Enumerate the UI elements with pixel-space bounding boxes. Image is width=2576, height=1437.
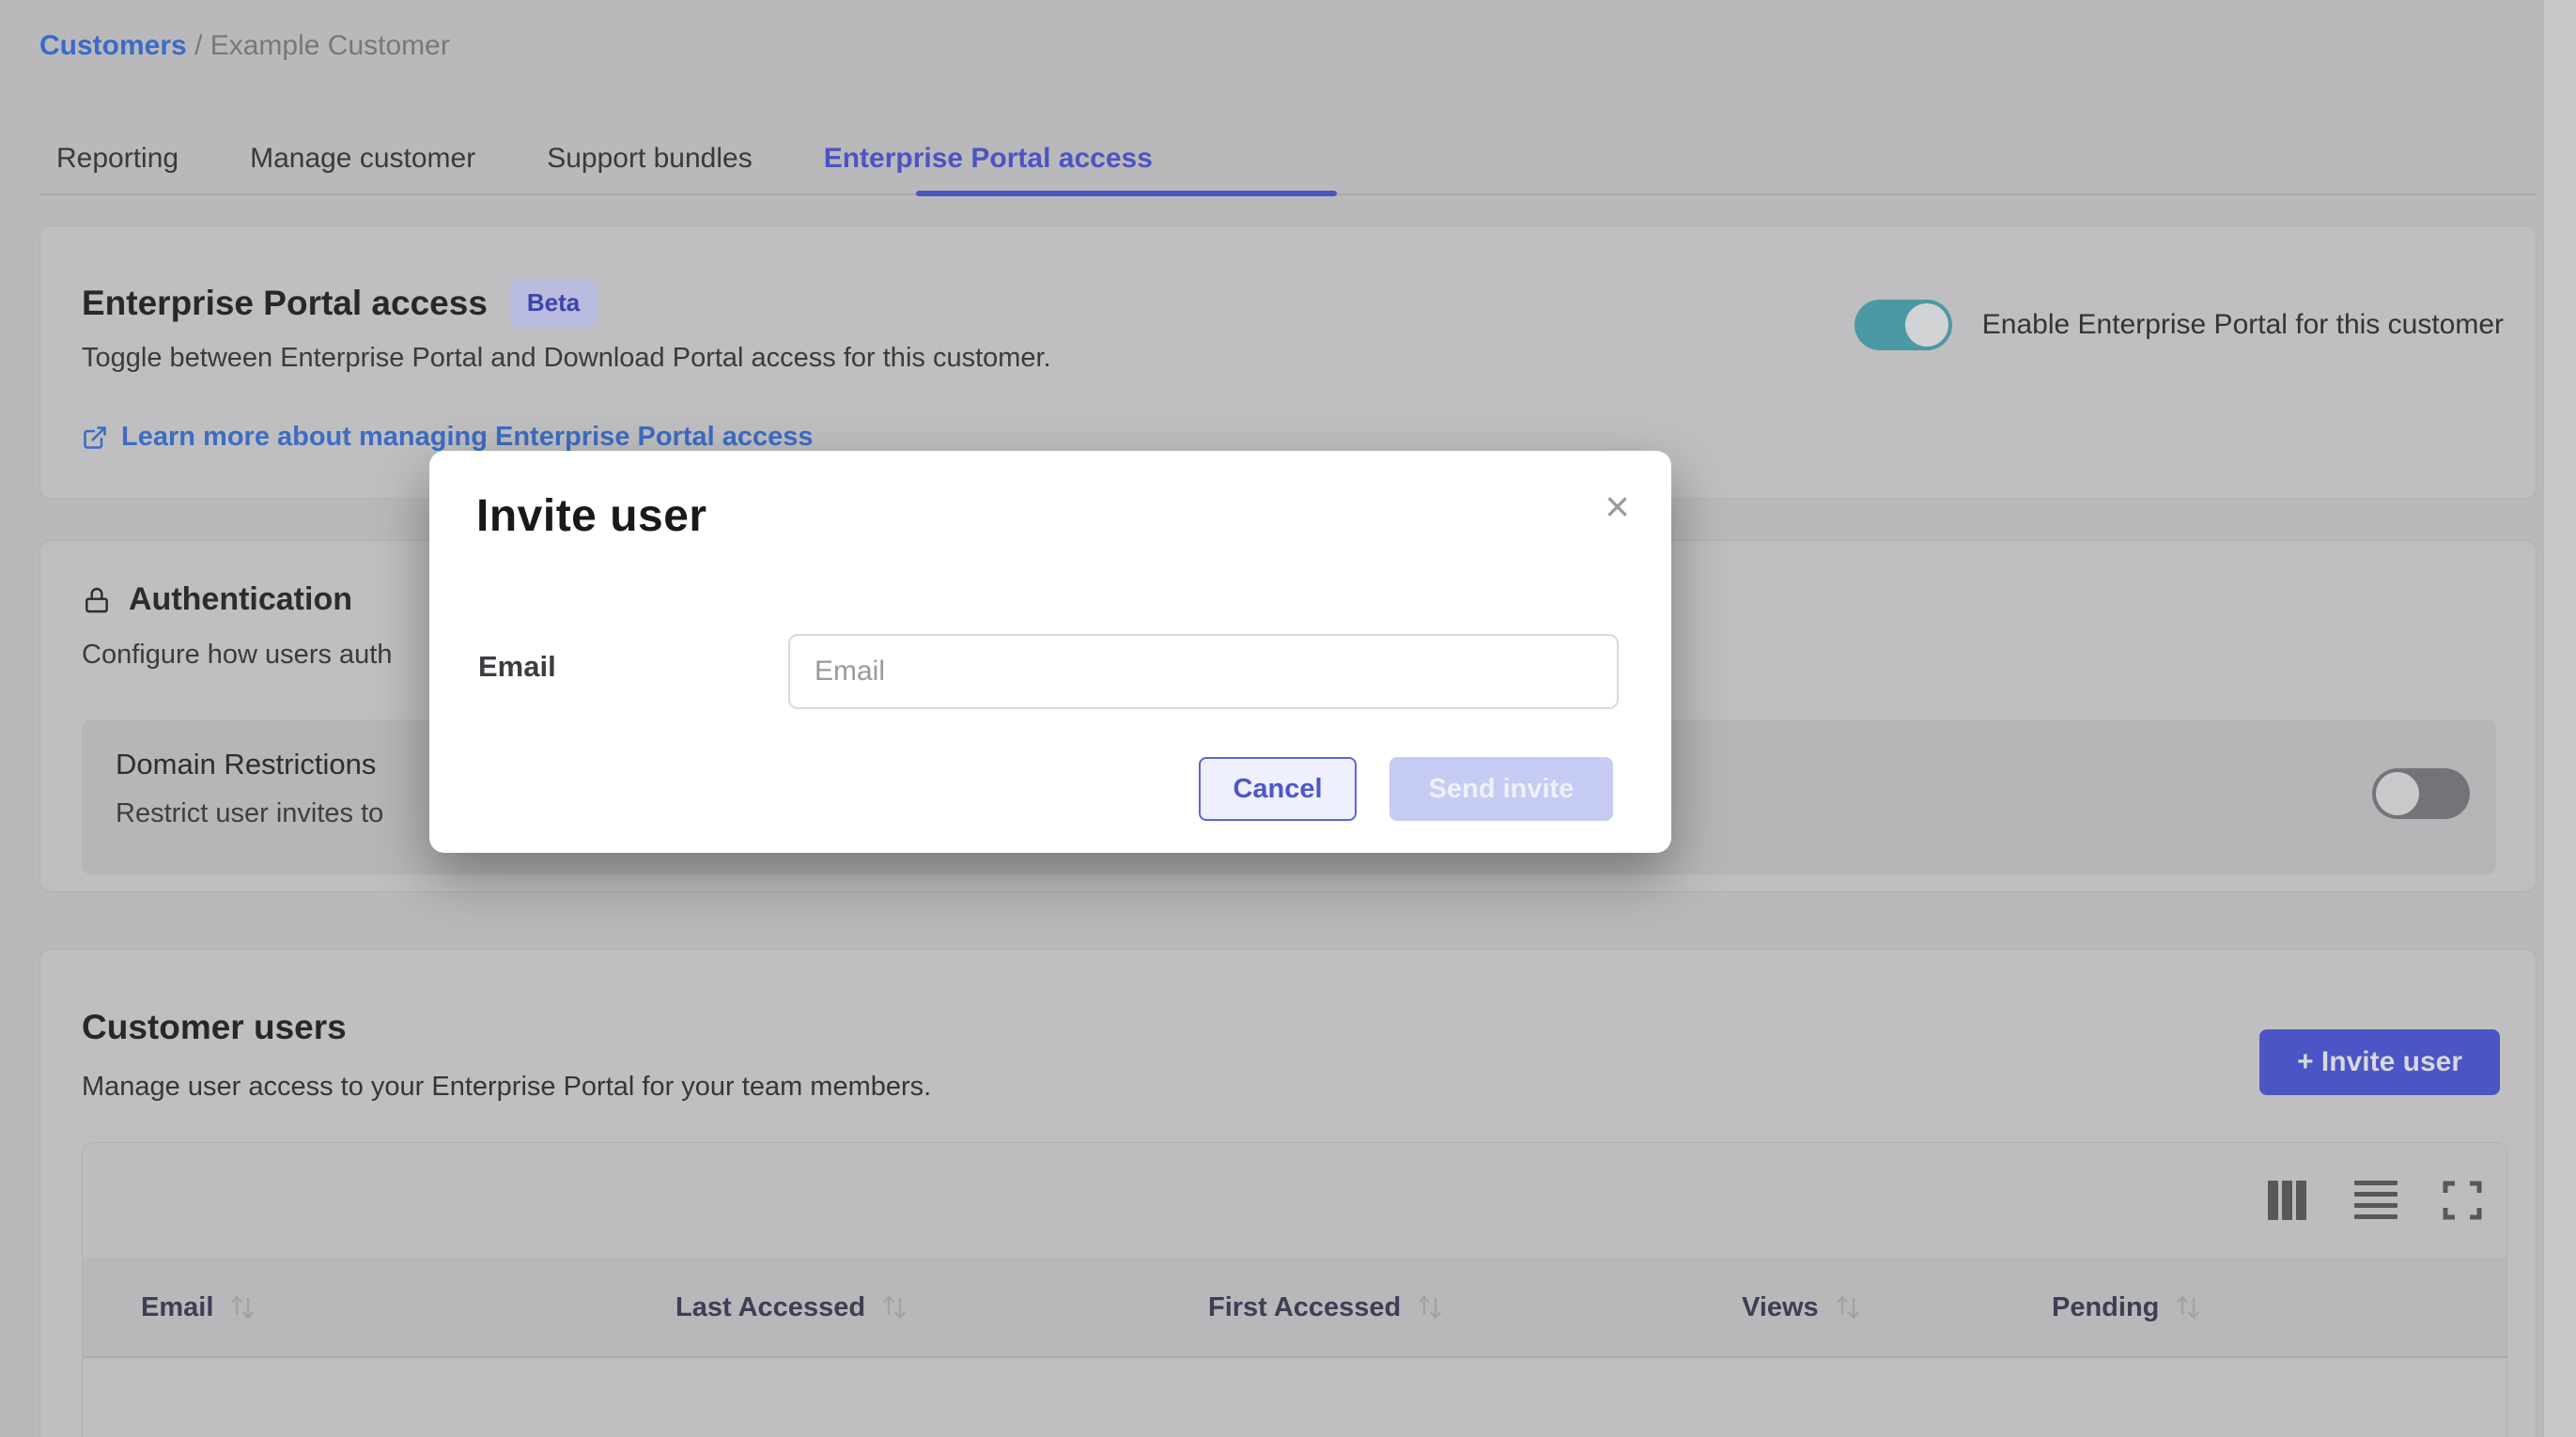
email-field[interactable] [788,634,1619,709]
invite-user-modal: Invite user × Email Cancel Send invite [429,451,1671,853]
cancel-button[interactable]: Cancel [1199,757,1357,821]
email-label: Email [478,650,556,684]
close-icon[interactable]: × [1605,485,1630,528]
send-invite-button[interactable]: Send invite [1389,757,1613,821]
modal-title: Invite user [476,490,707,542]
